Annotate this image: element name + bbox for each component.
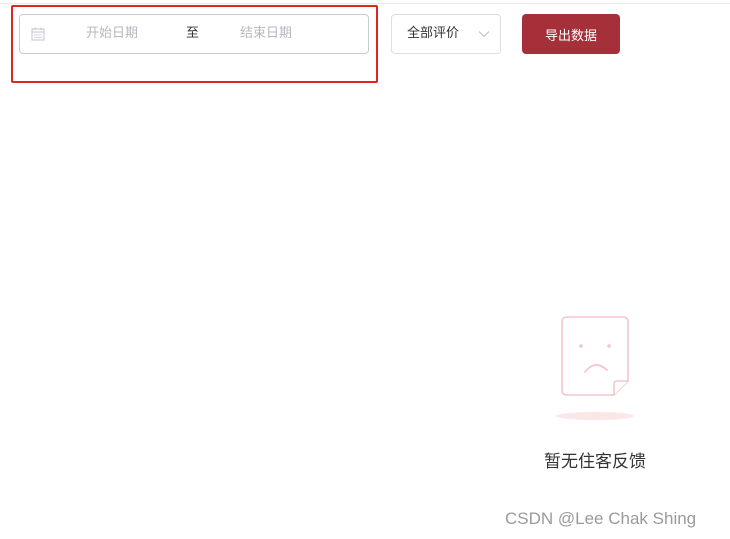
top-divider bbox=[0, 3, 730, 4]
chevron-down-icon bbox=[478, 31, 490, 38]
export-data-button[interactable]: 导出数据 bbox=[522, 14, 620, 54]
watermark-text: CSDN @Lee Chak Shing bbox=[505, 509, 697, 528]
rating-filter-select[interactable]: 全部评价 bbox=[391, 14, 501, 54]
annotation-highlight-box bbox=[11, 5, 378, 83]
empty-feedback-icon bbox=[556, 316, 634, 420]
empty-state-message: 暂无住客反馈 bbox=[544, 452, 646, 472]
rating-select-value: 全部评价 bbox=[407, 26, 460, 41]
